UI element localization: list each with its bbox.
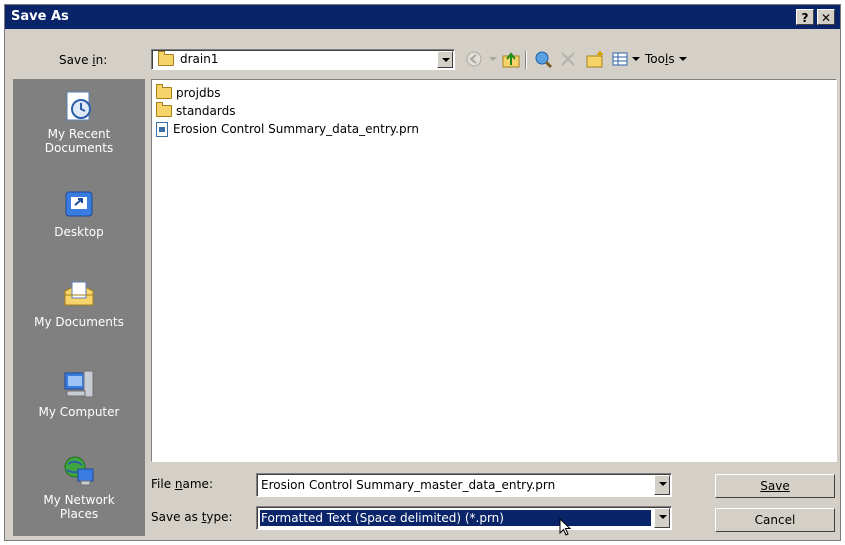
save-button-label: Save (760, 479, 790, 493)
views-icon (612, 52, 640, 66)
back-icon (466, 51, 497, 67)
file-name: Erosion Control Summary_data_entry.prn (173, 122, 419, 136)
place-desktop[interactable]: Desktop (13, 187, 145, 239)
help-button[interactable]: ? (796, 9, 814, 25)
new-folder-icon (586, 51, 603, 68)
delete-icon (561, 52, 575, 66)
save-in-dropdown[interactable]: drain1 (151, 49, 455, 70)
save-in-value: drain1 (180, 52, 219, 66)
save-in-label: Save in: (59, 53, 108, 67)
tools-label: Tools (645, 52, 675, 66)
place-my-computer[interactable]: My Computer (13, 367, 145, 419)
mouse-cursor-icon (559, 518, 572, 536)
recent-documents-icon (62, 89, 96, 123)
file-name-dropdown-arrow[interactable] (654, 475, 670, 495)
save-as-type-label: Save as type: (151, 510, 233, 524)
file-list[interactable]: projdbs standards Erosion Control Summar… (151, 79, 837, 462)
place-label: My Computer (38, 405, 120, 419)
list-item[interactable]: Erosion Control Summary_data_entry.prn (156, 121, 419, 137)
views-button[interactable] (611, 49, 641, 69)
search-web-button[interactable] (533, 49, 553, 69)
file-name: standards (176, 104, 236, 118)
folder-icon (156, 84, 172, 99)
file-name-value: Erosion Control Summary_master_data_entr… (261, 478, 556, 492)
title-bar[interactable]: Save As ? ✕ (5, 5, 840, 29)
back-button[interactable] (465, 49, 499, 69)
dialog-title: Save As (11, 9, 69, 24)
my-documents-icon (62, 277, 96, 311)
save-as-type-value: Formatted Text (Space delimited) (*.prn) (261, 511, 504, 525)
folder-icon (156, 102, 172, 117)
list-item[interactable]: projdbs (156, 84, 221, 101)
up-one-level-button[interactable] (501, 49, 521, 69)
cancel-button[interactable]: Cancel (715, 508, 835, 532)
chevron-down-icon (678, 57, 687, 61)
delete-button[interactable] (559, 49, 577, 69)
place-my-network-places[interactable]: My Network Places (13, 455, 145, 521)
my-computer-icon (62, 367, 96, 401)
places-bar: My Recent Documents Desktop My Documents… (13, 79, 145, 536)
place-label: My Network Places (43, 493, 115, 521)
create-new-folder-button[interactable] (585, 49, 605, 69)
save-as-type-dropdown[interactable]: Formatted Text (Space delimited) (*.prn) (256, 506, 672, 530)
desktop-icon (62, 187, 96, 221)
place-my-recent-documents[interactable]: My Recent Documents (13, 89, 145, 155)
folder-icon (158, 51, 174, 66)
file-name: projdbs (176, 86, 221, 100)
tools-menu[interactable]: Tools (645, 49, 688, 69)
document-icon (156, 121, 168, 137)
list-item[interactable]: standards (156, 102, 236, 119)
file-name-label: File name: (151, 477, 213, 491)
close-button[interactable]: ✕ (817, 9, 835, 25)
place-my-documents[interactable]: My Documents (13, 277, 145, 329)
place-label: My Recent Documents (44, 127, 114, 155)
save-in-dropdown-arrow[interactable] (437, 51, 453, 68)
save-as-dialog: Save As ? ✕ Save in: drain1 Tools My Rec… (4, 4, 841, 541)
save-button[interactable]: Save (715, 474, 835, 498)
place-label: My Documents (34, 315, 124, 329)
network-places-icon (62, 455, 96, 489)
save-as-type-dropdown-arrow[interactable] (654, 508, 670, 528)
file-name-input[interactable]: Erosion Control Summary_master_data_entr… (256, 473, 672, 497)
place-label: Desktop (54, 225, 104, 239)
up-folder-icon (502, 52, 520, 68)
search-web-icon (535, 51, 553, 68)
